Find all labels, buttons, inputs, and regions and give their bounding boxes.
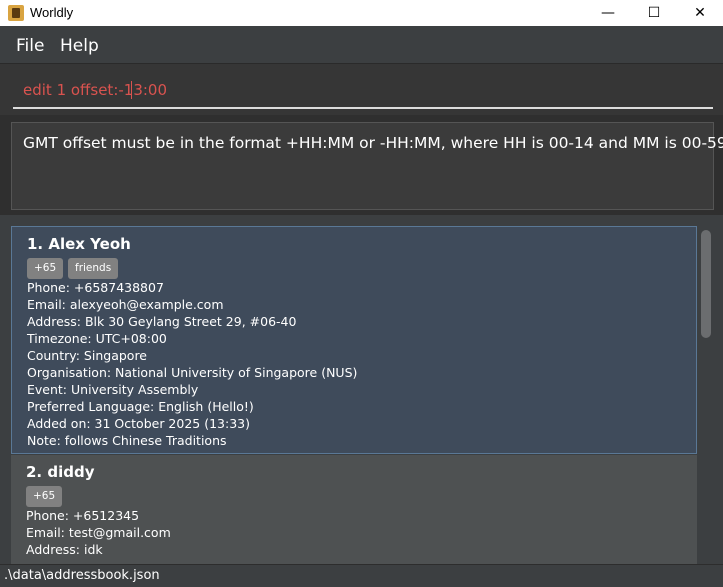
command-box: edit 1 offset:-13:00 [0, 63, 723, 116]
result-display: GMT offset must be in the format +HH:MM … [11, 122, 723, 210]
person-card[interactable]: 2. diddy +65 Phone: +6512345 Email: test… [11, 455, 697, 564]
result-message: GMT offset must be in the format +HH:MM … [23, 134, 723, 152]
person-event: Event: University Assembly [27, 382, 199, 397]
person-country: Country: Singapore [27, 348, 147, 363]
person-address: Address: Blk 30 Geylang Street 29, #06-4… [27, 314, 297, 329]
window-title: Worldly [30, 5, 74, 20]
menu-bar: File Help [0, 26, 723, 63]
app-icon [8, 5, 24, 21]
result-display-area: GMT offset must be in the format +HH:MM … [0, 115, 723, 215]
text-caret [131, 81, 132, 99]
menu-help[interactable]: Help [60, 36, 99, 56]
command-underline [13, 107, 713, 109]
tag: friends [68, 258, 119, 279]
person-card[interactable]: 1. Alex Yeoh +65 friends Phone: +6587438… [11, 226, 697, 454]
person-address: Address: idk [26, 542, 103, 557]
menu-file[interactable]: File [16, 36, 44, 56]
person-language: Preferred Language: English (Hello!) [27, 399, 254, 414]
title-bar: Worldly — ☐ ✕ [0, 0, 723, 26]
minimize-button[interactable]: — [585, 0, 631, 26]
person-name: 2. diddy [26, 463, 95, 481]
command-input[interactable]: edit 1 offset:-13:00 [23, 81, 167, 99]
person-email: Email: test@gmail.com [26, 525, 171, 540]
maximize-button[interactable]: ☐ [631, 0, 677, 26]
person-timezone: Timezone: UTC+08:00 [27, 331, 167, 346]
status-bar: .\data\addressbook.json [0, 564, 723, 587]
person-organisation: Organisation: National University of Sin… [27, 365, 358, 380]
person-list[interactable]: 1. Alex Yeoh +65 friends Phone: +6587438… [0, 215, 723, 564]
tag: +65 [26, 486, 63, 507]
person-email: Email: alexyeoh@example.com [27, 297, 224, 312]
person-phone: Phone: +6512345 [26, 508, 140, 523]
person-added-on: Added on: 31 October 2025 (13:33) [27, 416, 250, 431]
save-location: .\data\addressbook.json [4, 568, 160, 583]
person-name: 1. Alex Yeoh [27, 235, 131, 253]
person-note: Note: follows Chinese Traditions [27, 433, 227, 448]
person-phone: Phone: +6587438807 [27, 280, 164, 295]
close-button[interactable]: ✕ [677, 0, 723, 26]
scrollbar-thumb[interactable] [701, 230, 711, 338]
tag: +65 [27, 258, 64, 279]
